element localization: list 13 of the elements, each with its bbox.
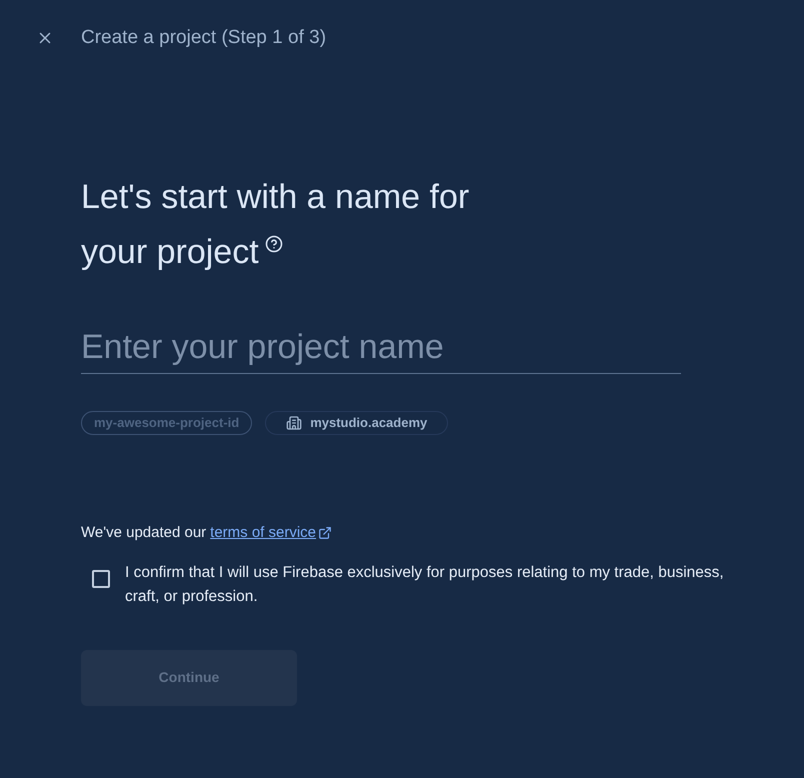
terms-link[interactable]: terms of service (210, 522, 316, 544)
terms-text: We've updated our (81, 523, 206, 543)
building-icon (286, 415, 302, 431)
heading-line: Let's start with a name for (81, 177, 470, 218)
project-name-field[interactable]: Enter your project name (81, 322, 681, 374)
external-link-icon (318, 526, 332, 540)
confirm-label: I confirm that I will use Firebase exclusively for purposes relating to my trade, business, craft, or profession. (125, 562, 725, 606)
project-id-chip: my-awesome-project-id (81, 411, 252, 435)
dialog-title: Create a project (Step 1 of 3) (81, 26, 326, 50)
help-icon[interactable] (264, 235, 283, 253)
confirm-checkbox[interactable] (92, 570, 110, 588)
heading-line: your project (81, 232, 259, 273)
organization-chip: mystudio.academy (265, 411, 448, 435)
